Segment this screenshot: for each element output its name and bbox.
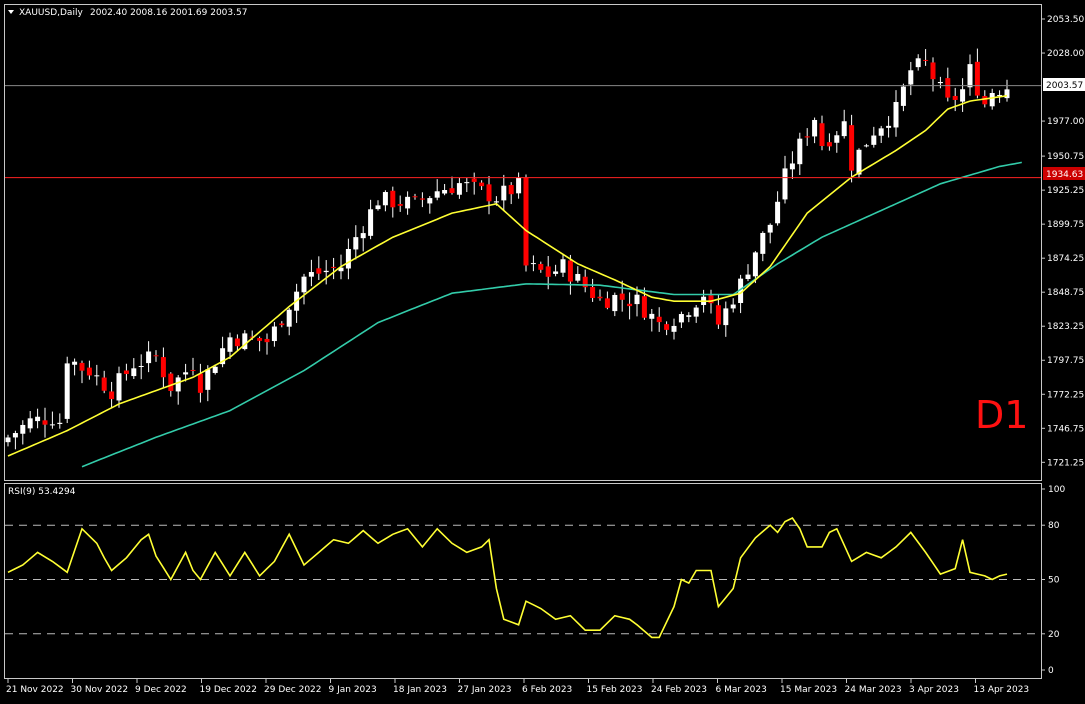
rsi-label: RSI(9) 53.4294 <box>8 487 76 497</box>
time-tick-label: 9 Jan 2023 <box>329 685 377 695</box>
price-tick-label: 2028.00 <box>1047 49 1084 59</box>
price-tick-label: 1746.75 <box>1047 424 1084 434</box>
rsi-tick-label: 50 <box>1048 576 1060 586</box>
price-tick-label: 1848.75 <box>1047 288 1084 298</box>
time-tick-label: 27 Jan 2023 <box>458 685 512 695</box>
time-tick-label: 6 Mar 2023 <box>716 685 767 695</box>
price-tick-label: 1925.25 <box>1047 186 1084 196</box>
symbol-label: XAUUSD,Daily <box>19 8 83 18</box>
current-price-tag-label: 2003.57 <box>1046 81 1083 91</box>
price-tick-label: 1823.25 <box>1047 322 1084 332</box>
rsi-tick-label: 80 <box>1048 521 1060 531</box>
chart-canvas[interactable]: 2053.50 2028.00 1977.00 1950.75 1925.25 1899.… <box>0 0 1085 700</box>
price-tick-label: 1977.00 <box>1047 117 1084 127</box>
price-tick-label: 1899.75 <box>1047 220 1084 230</box>
rsi-tick-label: 20 <box>1048 630 1060 640</box>
price-tick-label: 2053.50 <box>1047 15 1084 25</box>
ohlc-label: 2002.40 2008.16 2001.69 2003.57 <box>90 8 247 18</box>
timeframe-badge: D1 <box>975 393 1028 437</box>
price-tick-label: 1874.25 <box>1047 254 1084 264</box>
price-tick-label: 1797.75 <box>1047 356 1084 366</box>
time-tick-label: 18 Jan 2023 <box>393 685 447 695</box>
trading-chart-window: 2053.50 2028.00 1977.00 1950.75 1925.25 1899.… <box>0 0 1085 700</box>
rsi-tick-label: 100 <box>1048 485 1065 495</box>
time-tick-label: 13 Apr 2023 <box>974 685 1030 695</box>
time-tick-label: 15 Feb 2023 <box>587 685 643 695</box>
time-tick-label: 24 Mar 2023 <box>845 685 902 695</box>
time-tick-label: 6 Feb 2023 <box>522 685 572 695</box>
time-tick-label: 15 Mar 2023 <box>780 685 837 695</box>
time-tick-label: 9 Dec 2022 <box>135 685 187 695</box>
time-tick-label: 21 Nov 2022 <box>6 685 64 695</box>
time-tick-label: 19 Dec 2022 <box>200 685 258 695</box>
candle <box>64 356 70 424</box>
rsi-tick-label: 0 <box>1048 666 1054 676</box>
hline-price-tag-label: 1934.63 <box>1046 170 1083 180</box>
time-tick-label: 30 Nov 2022 <box>71 685 129 695</box>
price-tick-label: 1772.25 <box>1047 390 1084 400</box>
time-tick-label: 24 Feb 2023 <box>651 685 707 695</box>
time-tick-label: 29 Dec 2022 <box>264 685 322 695</box>
time-tick-label: 3 Apr 2023 <box>909 685 959 695</box>
price-tick-label: 1721.25 <box>1047 458 1084 468</box>
candle <box>523 174 529 272</box>
price-tick-label: 1950.75 <box>1047 152 1084 162</box>
